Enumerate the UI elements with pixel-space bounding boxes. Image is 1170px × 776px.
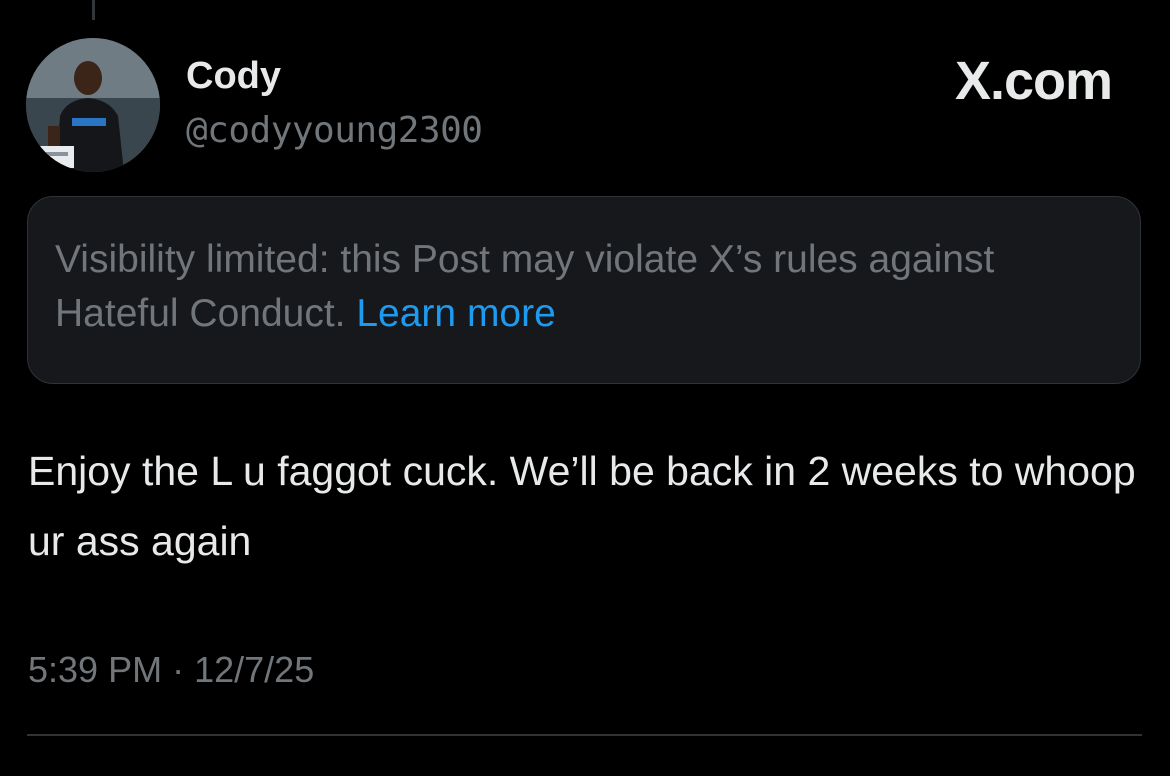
avatar-image xyxy=(26,38,160,172)
post-timestamp[interactable]: 5:39 PM · 12/7/25 xyxy=(28,646,314,694)
divider xyxy=(27,734,1142,736)
learn-more-link[interactable]: Learn more xyxy=(356,292,555,335)
author-display-name[interactable]: Cody xyxy=(186,52,281,100)
post-time: 5:39 PM xyxy=(28,649,163,690)
visibility-notice: Visibility limited: this Post may violat… xyxy=(27,196,1141,384)
author-handle[interactable]: @codyyoung2300 xyxy=(186,108,483,154)
visibility-notice-text: Visibility limited: this Post may violat… xyxy=(55,233,1115,341)
meta-separator: · xyxy=(172,649,185,690)
brand-wordmark: X.com xyxy=(954,51,1113,111)
post-text: Enjoy the L u faggot cuck. We’ll be back… xyxy=(28,448,1136,564)
thread-connector-line xyxy=(92,0,95,20)
avatar[interactable] xyxy=(26,38,160,172)
post-date: 12/7/25 xyxy=(194,649,315,690)
